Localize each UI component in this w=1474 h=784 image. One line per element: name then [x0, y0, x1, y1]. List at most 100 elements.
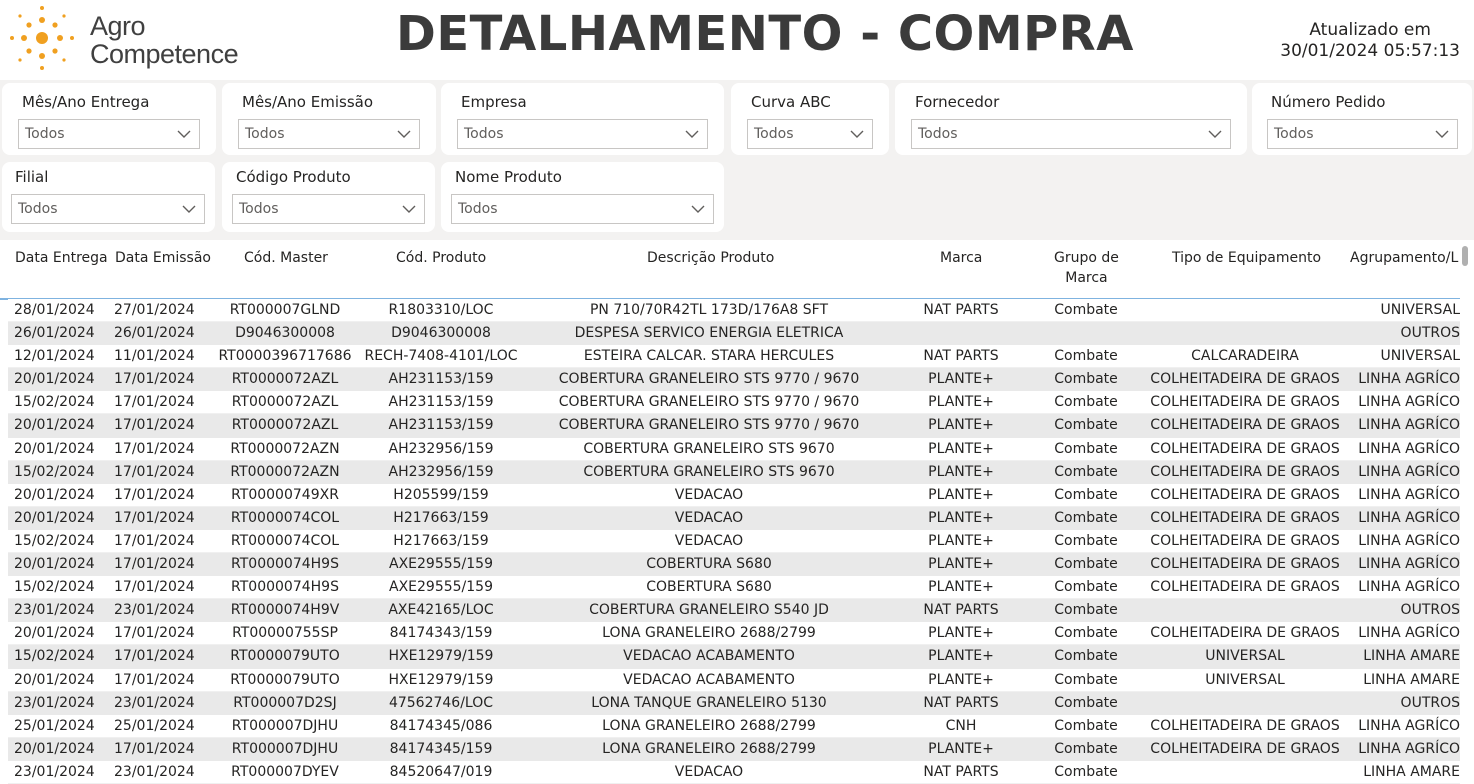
cell-data-emissao: 23/01/2024 [114, 763, 195, 780]
cell-grupo-de-marca: Combate [1054, 763, 1118, 780]
cell-tipo-de-equipamento: UNIVERSAL [1205, 648, 1285, 665]
table-row[interactable]: 23/01/2024 23/01/2024 RT000007D2SJ 47562746… [8, 691, 1460, 715]
filter-dropdown[interactable]: Todos [457, 119, 708, 149]
cell-grupo-de-marca: Combate [1054, 694, 1118, 711]
cell-cod-produto: 84174345/086 [389, 717, 493, 734]
cell-grupo-de-marca: Combate [1054, 625, 1118, 642]
cell-descricao-produto: VEDACAO [674, 486, 744, 503]
cell-grupo-de-marca: Combate [1054, 440, 1118, 457]
cell-cod-master: RT00000749XR [231, 486, 339, 503]
table-row[interactable]: 26/01/2024 26/01/2024 D9046300008 D90463000… [8, 322, 1460, 346]
cell-descricao-produto: COBERTURA S680 [646, 556, 772, 573]
column-header-grupo-de-marca[interactable]: Grupo de Marca [1054, 248, 1119, 288]
chevron-down-icon [177, 130, 191, 138]
table-row[interactable]: 20/01/2024 17/01/2024 RT00000749XR H205599/… [8, 483, 1460, 507]
cell-cod-produto: AH232956/159 [388, 463, 494, 480]
table-row[interactable]: 15/02/2024 17/01/2024 RT0000072AZL AH231153… [8, 391, 1460, 415]
cell-data-entrega: 20/01/2024 [14, 671, 95, 688]
cell-data-emissao: 17/01/2024 [114, 740, 195, 757]
column-header-tipo-de-equipamento[interactable]: Tipo de Equipamento [1172, 248, 1321, 268]
column-header-marca[interactable]: Marca [940, 248, 982, 268]
cell-descricao-produto: VEDACAO [674, 763, 744, 780]
logo-line-1: Agro [90, 11, 146, 41]
column-header-cod-master[interactable]: Cód. Master [244, 248, 328, 268]
table-row[interactable]: 15/02/2024 17/01/2024 RT0000072AZN AH232956… [8, 460, 1460, 484]
table-row[interactable]: 15/02/2024 17/01/2024 RT0000079UTO HXE12979… [8, 645, 1460, 669]
chevron-down-icon [1208, 130, 1222, 138]
filter-dropdown[interactable]: Todos [11, 194, 205, 224]
cell-grupo-de-marca: Combate [1054, 602, 1118, 619]
cell-cod-produto: 47562746/LOC [388, 694, 494, 711]
cell-grupo-de-marca: Combate [1054, 417, 1118, 434]
table-row[interactable]: 20/01/2024 17/01/2024 RT0000072AZL AH231153… [8, 414, 1460, 438]
cell-grupo-de-marca: Combate [1054, 740, 1118, 757]
filter-dropdown[interactable]: Todos [238, 119, 420, 149]
table-row[interactable]: 20/01/2024 17/01/2024 RT0000079UTO HXE12979… [8, 668, 1460, 692]
filter-dropdown[interactable]: Todos [747, 119, 873, 149]
table-row[interactable]: 23/01/2024 23/01/2024 RT000007DYEV 84520647… [8, 760, 1460, 784]
column-header-cod-produto[interactable]: Cód. Produto [396, 248, 486, 268]
table-row[interactable]: 20/01/2024 17/01/2024 RT00000755SP 84174343… [8, 622, 1460, 646]
filter-value: Todos [918, 126, 958, 142]
logo-wordmark: Agro Competence [90, 11, 239, 68]
column-header-data-entrega[interactable]: Data Entrega [15, 248, 108, 268]
table-row[interactable]: 25/01/2024 25/01/2024 RT000007DJHU 84174345… [8, 714, 1460, 738]
cell-agrupamento: UNIVERSAL [1380, 302, 1460, 318]
table-header: Data Entrega Data Emissão Cód. Master Có… [0, 240, 1460, 300]
filter-dropdown[interactable]: Todos [18, 119, 200, 149]
cell-agrupamento: OUTROS [1400, 602, 1460, 619]
cell-cod-master: RT0000074COL [230, 509, 340, 526]
table-row[interactable]: 15/02/2024 17/01/2024 RT0000074H9S AXE29555… [8, 576, 1460, 600]
filter-value: Todos [1274, 126, 1314, 142]
cell-cod-produto: AXE42165/LOC [388, 602, 494, 619]
table-row[interactable]: 23/01/2024 23/01/2024 RT0000074H9V AXE42165… [8, 599, 1460, 623]
column-header-descricao-produto[interactable]: Descrição Produto [647, 248, 774, 268]
cell-marca: PLANTE+ [928, 556, 994, 573]
cell-cod-produto: H217663/159 [393, 532, 489, 549]
cell-data-entrega: 15/02/2024 [14, 394, 95, 411]
table-row[interactable]: 20/01/2024 17/01/2024 RT0000072AZL AH231153… [8, 368, 1460, 392]
table-scrollbar[interactable] [1462, 246, 1468, 266]
filter-dropdown[interactable]: Todos [1267, 119, 1458, 149]
table-row[interactable]: 20/01/2024 17/01/2024 RT000007DJHU 84174345… [8, 737, 1460, 761]
table-row[interactable]: 20/01/2024 17/01/2024 RT0000074H9S AXE29555… [8, 553, 1460, 577]
table-body: 28/01/2024 27/01/2024 RT000007GLND R1803310… [8, 299, 1460, 784]
cell-data-entrega: 12/01/2024 [14, 348, 95, 365]
chevron-down-icon [402, 205, 416, 213]
cell-tipo-de-equipamento: COLHEITADEIRA DE GRAOS [1150, 625, 1340, 642]
cell-grupo-de-marca: Combate [1054, 717, 1118, 734]
filter-dropdown[interactable]: Todos [232, 194, 425, 224]
cell-descricao-produto: COBERTURA GRANELEIRO STS 9670 [583, 463, 835, 480]
cell-marca: NAT PARTS [923, 763, 999, 780]
table-row[interactable]: 28/01/2024 27/01/2024 RT000007GLND R1803310… [8, 299, 1460, 323]
cell-cod-master: RT000007DJHU [231, 740, 339, 757]
cell-agrupamento: LINHA AGRÍCO [1358, 509, 1460, 526]
cell-grupo-de-marca: Combate [1054, 486, 1118, 503]
cell-data-entrega: 15/02/2024 [14, 648, 95, 665]
column-header-agrupamento[interactable]: Agrupamento/L [1350, 248, 1458, 268]
cell-marca: PLANTE+ [928, 463, 994, 480]
cell-agrupamento: LINHA AGRÍCO [1358, 463, 1460, 480]
cell-grupo-de-marca: Combate [1054, 579, 1118, 596]
filter-value: Todos [18, 201, 58, 217]
cell-tipo-de-equipamento: COLHEITADEIRA DE GRAOS [1150, 417, 1340, 434]
cell-agrupamento: UNIVERSAL [1380, 348, 1460, 365]
table-row[interactable]: 20/01/2024 17/01/2024 RT0000072AZN AH232956… [8, 437, 1460, 461]
table-row[interactable]: 20/01/2024 17/01/2024 RT0000074COL H217663/… [8, 506, 1460, 530]
cell-cod-master: RT000007DYEV [231, 763, 339, 780]
filter-dropdown[interactable]: Todos [451, 194, 714, 224]
table-row[interactable]: 12/01/2024 11/01/2024 RT0000396717686 RECH-… [8, 345, 1460, 369]
table-row[interactable]: 15/02/2024 17/01/2024 RT0000074COL H217663/… [8, 529, 1460, 554]
cell-tipo-de-equipamento: COLHEITADEIRA DE GRAOS [1150, 486, 1340, 503]
filter-label: Número Pedido [1271, 93, 1386, 111]
filter-dropdown[interactable]: Todos [911, 119, 1231, 149]
cell-tipo-de-equipamento: COLHEITADEIRA DE GRAOS [1150, 440, 1340, 457]
cell-descricao-produto: DESPESA SERVICO ENERGIA ELETRICA [574, 325, 844, 342]
column-header-data-emissao[interactable]: Data Emissão [115, 248, 211, 268]
cell-data-entrega: 25/01/2024 [14, 717, 95, 734]
cell-cod-master: RT0000396717686 [218, 348, 352, 365]
cell-cod-master: RT000007D2SJ [233, 694, 337, 711]
filter-value: Todos [245, 126, 285, 142]
cell-cod-produto: H217663/159 [393, 509, 489, 526]
cell-descricao-produto: LONA GRANELEIRO 2688/2799 [602, 625, 816, 642]
